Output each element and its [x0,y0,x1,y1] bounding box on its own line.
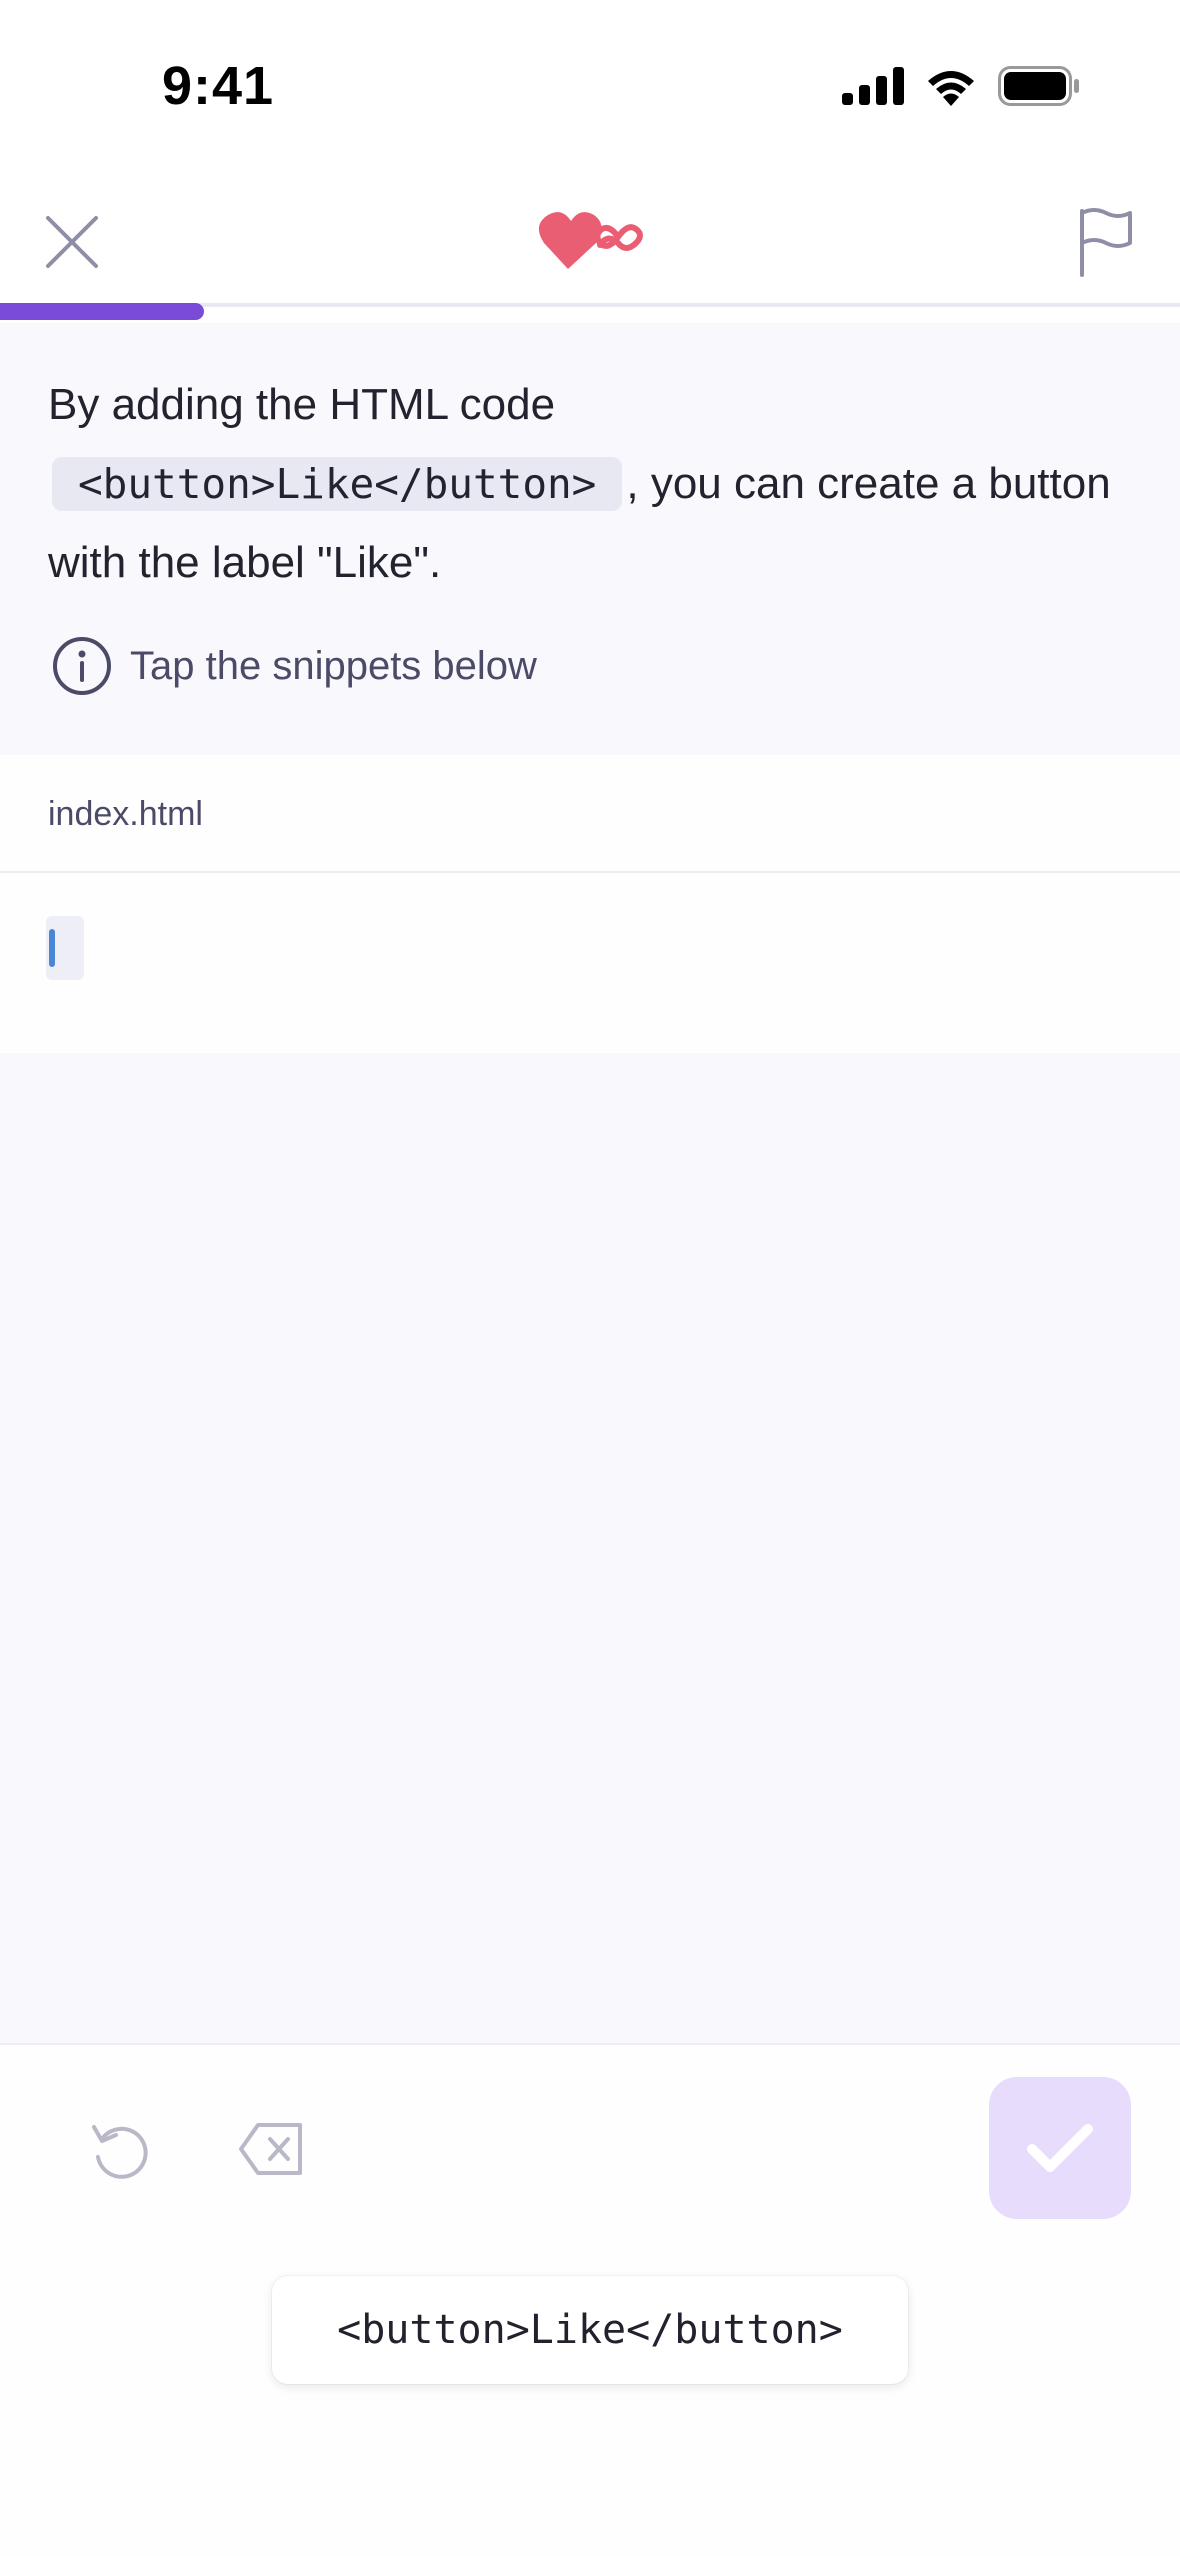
snippet-button-like[interactable]: <button>Like</button> [272,2276,908,2384]
hint-row: Tap the snippets below [52,636,537,696]
signal-icon [842,67,904,105]
file-tab-index-html[interactable]: index.html [48,795,203,834]
heart-infinity-icon [538,212,643,269]
answer-panel: <button>Like</button> [0,2043,1180,2556]
hint-text: Tap the snippets below [130,643,537,688]
wifi-icon [928,71,974,106]
backspace-button[interactable] [238,2121,304,2177]
info-icon [53,637,111,695]
inline-code: <button>Like</button> [52,457,623,511]
check-answer-button[interactable] [989,2077,1131,2219]
check-icon [1027,2124,1093,2172]
undo-icon [92,2125,148,2179]
flag-icon [1080,208,1132,277]
status-bar: 9:41 [0,0,1180,175]
undo-button[interactable] [88,2119,152,2183]
instruction-text: By adding the HTML code <button>Like</bu… [48,365,1148,602]
lives-indicator [538,207,646,275]
empty-slot[interactable] [46,916,84,980]
backspace-icon [239,2123,302,2175]
status-time: 9:41 [162,56,275,116]
instruction-panel: By adding the HTML code <button>Like</bu… [0,323,1180,755]
editor-background [0,1053,1180,2043]
report-flag-button[interactable] [1074,205,1138,277]
progress-bar [0,303,204,320]
code-editor[interactable] [0,873,1180,1053]
file-tab-bar: index.html [0,755,1180,873]
close-icon [46,216,98,268]
instruction-text-before: By adding the HTML code [48,380,556,429]
battery-icon [998,66,1079,106]
lesson-header [0,175,1180,323]
close-button[interactable] [40,210,104,274]
text-caret [49,929,55,967]
status-icons [842,66,1080,106]
